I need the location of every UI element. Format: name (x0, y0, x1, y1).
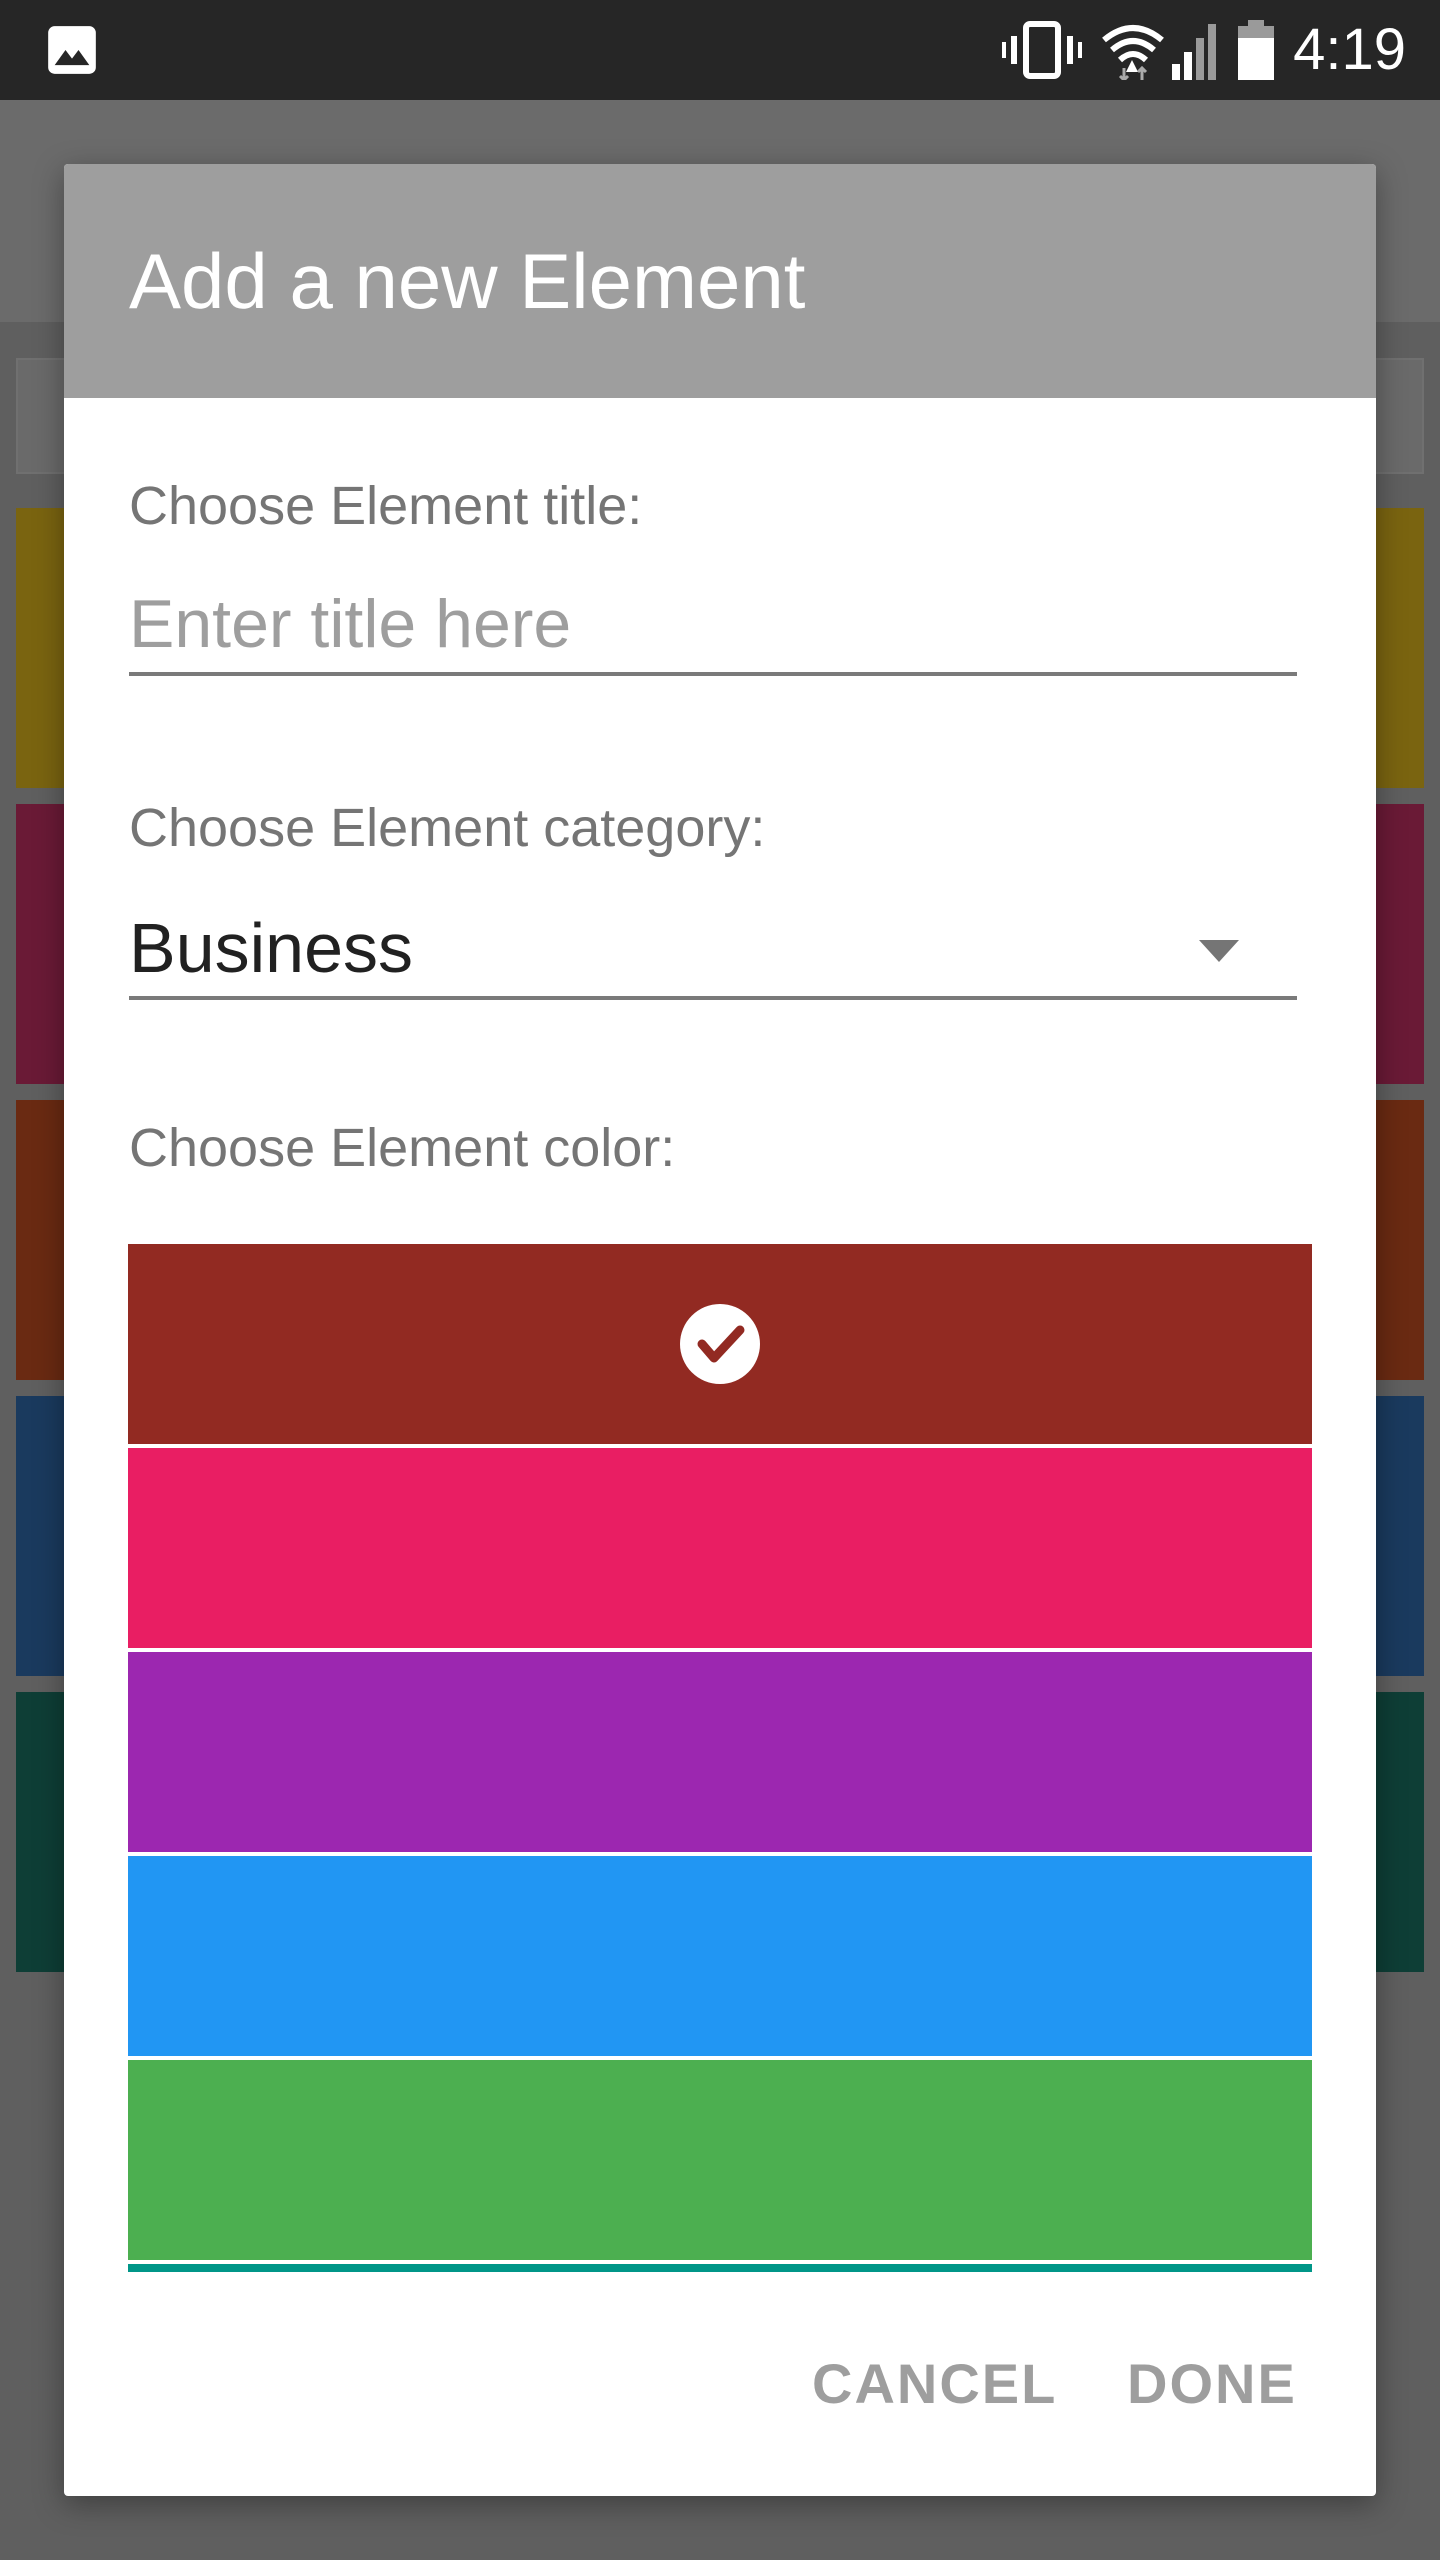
dialog-header: Add a new Element (64, 164, 1376, 398)
color-swatch[interactable] (128, 1244, 1312, 1444)
wifi-icon (1102, 25, 1164, 80)
dropdown-arrow-icon (1199, 940, 1239, 962)
color-swatch[interactable] (128, 1652, 1312, 1852)
check-circle-icon (680, 1304, 760, 1384)
done-button[interactable]: DONE (1127, 2324, 1297, 2444)
cancel-button[interactable]: CANCEL (812, 2324, 1057, 2444)
color-swatch[interactable] (128, 2060, 1312, 2260)
category-dropdown[interactable]: Business (129, 898, 1297, 1000)
color-swatch[interactable] (128, 1448, 1312, 1648)
color-list[interactable] (128, 1244, 1312, 2272)
status-bar: 4:19 (0, 0, 1440, 100)
title-field-label: Choose Element title: (129, 476, 643, 536)
category-field-label: Choose Element category: (129, 798, 766, 858)
vibrate-icon (1002, 21, 1082, 79)
color-field-label: Choose Element color: (129, 1118, 676, 1178)
image-icon (48, 26, 96, 74)
signal-icon (1172, 24, 1216, 80)
category-selected-value: Business (129, 909, 414, 987)
dialog-actions: CANCEL DONE (64, 2324, 1376, 2444)
color-swatch[interactable] (128, 1856, 1312, 2056)
battery-icon (1238, 20, 1274, 80)
color-swatch[interactable] (128, 2264, 1312, 2272)
add-element-dialog: Add a new Element Choose Element title: … (64, 164, 1376, 2496)
title-input[interactable] (129, 576, 1297, 676)
status-time: 4:19 (1293, 17, 1406, 82)
dialog-title: Add a new Element (129, 237, 806, 325)
